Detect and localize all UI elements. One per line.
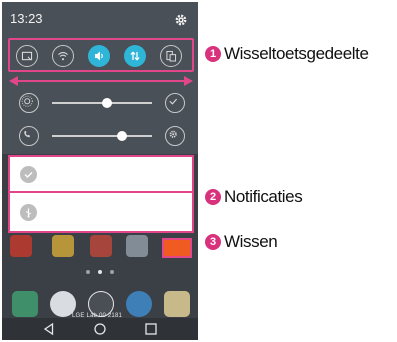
callout-number: 2 (205, 189, 221, 205)
volume-row (2, 123, 198, 149)
callout-number: 1 (205, 46, 221, 62)
notification-item[interactable] (10, 157, 192, 193)
wifi-icon (58, 52, 68, 61)
notifications-area (8, 155, 194, 233)
browser-app-icon[interactable] (126, 291, 152, 317)
phone-app-icon[interactable] (12, 291, 38, 317)
page-indicator-dot (110, 270, 114, 274)
brightness-row (2, 90, 198, 116)
page-indicator-dot (86, 270, 90, 274)
brightness-slider[interactable] (52, 98, 152, 108)
app-icon[interactable] (10, 235, 32, 257)
data-sync-toggle[interactable] (124, 45, 146, 67)
back-icon[interactable] (42, 322, 56, 336)
swipe-arrow-icon (9, 76, 193, 86)
screen-rotation-toggle[interactable] (160, 45, 182, 67)
quick-toggle-area (8, 38, 194, 72)
messages-app-icon[interactable] (164, 291, 190, 317)
navigation-bar (2, 318, 198, 340)
callout-toggle-area: 1 Wisseltoetsgedeelte (205, 44, 369, 64)
notification-shade: 13:23 (2, 2, 198, 154)
callout-notifications: 2 Notificaties (205, 187, 303, 207)
volume-slider-thumb[interactable] (117, 131, 127, 141)
app-icon[interactable] (52, 235, 74, 257)
sound-toggle[interactable] (88, 45, 110, 67)
screenshot-toggle[interactable] (16, 45, 38, 67)
brightness-slider-thumb[interactable] (102, 98, 112, 108)
callout-label: Wissen (224, 232, 278, 251)
ringtone-volume-icon (19, 126, 39, 146)
brightness-icon (19, 93, 39, 113)
clear-notifications-button[interactable] (162, 238, 192, 258)
sound-settings-gear-icon[interactable] (165, 126, 185, 146)
data-sync-icon (130, 51, 140, 61)
volume-slider[interactable] (52, 131, 152, 141)
manual-illustration: 13:23 LGE Lab 00 2181 1 Wisseltoetsgedee… (0, 0, 397, 342)
screenshot-icon (21, 51, 33, 61)
screen-rotation-icon (166, 50, 177, 62)
callout-clear: 3 Wissen (205, 232, 278, 252)
page-indicator-dot (98, 270, 102, 274)
home-screen: LGE Lab 00 2181 (2, 233, 198, 340)
sound-icon (95, 51, 103, 61)
home-icon[interactable] (93, 322, 107, 336)
settings-gear-icon[interactable] (174, 13, 188, 27)
usb-icon (20, 204, 37, 221)
app-icon[interactable] (90, 235, 112, 257)
status-time: 13:23 (10, 11, 43, 26)
recent-apps-icon[interactable] (144, 322, 158, 336)
auto-brightness-check-icon[interactable] (165, 93, 185, 113)
callout-number: 3 (205, 234, 221, 250)
notification-item[interactable] (10, 195, 192, 231)
check-icon (20, 166, 37, 183)
wifi-toggle[interactable] (52, 45, 74, 67)
callout-label: Wisseltoetsgedeelte (224, 44, 369, 63)
callout-label: Notificaties (224, 187, 303, 206)
app-icon[interactable] (126, 235, 148, 257)
phone-screen: 13:23 LGE Lab 00 2181 (2, 2, 198, 340)
